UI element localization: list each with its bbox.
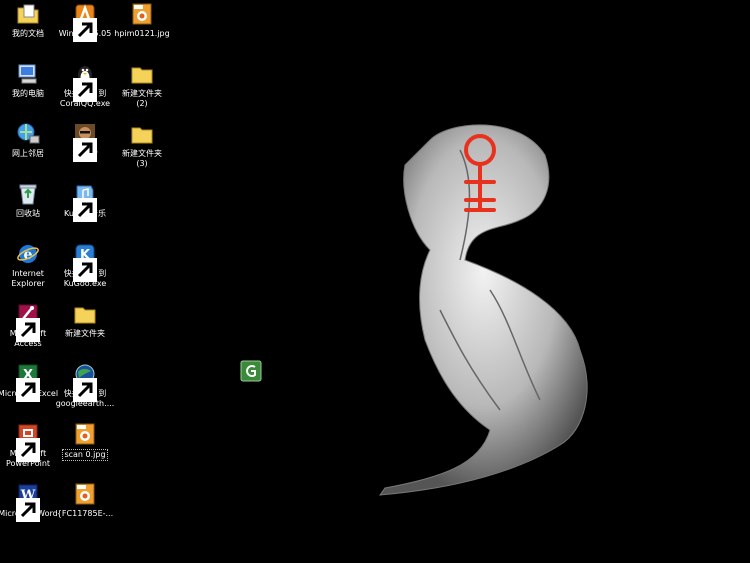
icon-label: 我的文档 xyxy=(12,29,44,38)
desktop-icon-winamp[interactable]: WinAMP 5.05 xyxy=(54,2,116,42)
my-computer-icon xyxy=(16,62,40,86)
desktop-icon-new-folder-2[interactable]: 新建文件夹 (2) xyxy=(111,62,173,109)
shortcut-arrow-icon xyxy=(73,198,97,222)
desktop-icon-new-folder-3[interactable]: 新建文件夹 (3) xyxy=(111,122,173,169)
excel-icon: X xyxy=(16,362,40,402)
shortcut-arrow-icon xyxy=(73,138,97,162)
desktop-icon-kugoo-music[interactable]: KuGoo音乐 xyxy=(54,182,116,222)
icon-label: Internet Explorer xyxy=(11,269,45,288)
icon-label: 我的电脑 xyxy=(12,89,44,98)
desktop-icon-my-computer[interactable]: 我的电脑 xyxy=(0,62,59,99)
jpg-file-icon xyxy=(130,2,154,26)
kugoo-exe-icon: K xyxy=(73,242,97,282)
desktop-icon-my-documents[interactable]: 我的文档 xyxy=(0,2,59,39)
kugoo-icon xyxy=(73,182,97,222)
qq-penguin-icon xyxy=(73,62,97,102)
desktop[interactable]: 我的文档 我的电脑 网上邻居 回收站 e Internet Explorer M… xyxy=(0,0,750,563)
google-earth-icon xyxy=(73,362,97,402)
winamp-icon xyxy=(73,2,97,42)
jpg-file-icon xyxy=(73,422,97,446)
desktop-icon-microsoft-excel[interactable]: X Microsoft Excel xyxy=(0,362,59,402)
desktop-icon-microsoft-powerpoint[interactable]: Microsoft PowerPoint xyxy=(0,422,59,469)
green-g-app-icon[interactable] xyxy=(240,360,262,382)
desktop-icon-recycle-bin[interactable]: 回收站 xyxy=(0,182,59,219)
icon-label: hpim0121.jpg xyxy=(114,29,170,38)
my-documents-icon xyxy=(16,2,40,26)
shortcut-arrow-icon xyxy=(73,258,97,282)
icon-label: 新建文件夹 (3) xyxy=(122,149,162,168)
desktop-icon-microsoft-access[interactable]: Microsoft Access xyxy=(0,302,59,349)
icon-label: 新建文件夹 (2) xyxy=(122,89,162,108)
desktop-icon-microsoft-word[interactable]: W Microsoft Word xyxy=(0,482,59,522)
shortcut-arrow-icon xyxy=(16,378,40,402)
word-icon: W xyxy=(16,482,40,522)
icon-label: scan 0.jpg xyxy=(62,449,108,461)
wallpaper-figure-image xyxy=(378,124,588,496)
shortcut-arrow-icon xyxy=(16,438,40,462)
desktop-icon-coralqq-shortcut[interactable]: 快捷方式 到 CoralQQ.exe xyxy=(54,62,116,109)
shortcut-arrow-icon xyxy=(73,18,97,42)
shortcut-arrow-icon xyxy=(73,378,97,402)
desktop-icon-network-places[interactable]: 网上邻居 xyxy=(0,122,59,159)
desktop-icon-fc11785e-jpg[interactable]: {FC11785E-... xyxy=(54,482,116,519)
desktop-icon-kugoo-exe-shortcut[interactable]: K 快捷方式 到 KuGoo.exe xyxy=(54,242,116,289)
icon-label: 网上邻居 xyxy=(12,149,44,158)
desktop-icon-scan-jpg[interactable]: scan 0.jpg xyxy=(54,422,116,461)
desktop-icon-google-earth-shortcut[interactable]: 快捷方式 到 googleearth.... xyxy=(54,362,116,409)
network-places-icon xyxy=(16,122,40,146)
desktop-icon-new-folder[interactable]: 新建文件夹 xyxy=(54,302,116,339)
jpg-file-icon xyxy=(73,482,97,506)
desktop-icon-sa-mp[interactable]: SA-MP xyxy=(54,122,116,162)
folder-icon xyxy=(130,62,154,86)
icon-label: 回收站 xyxy=(16,209,40,218)
icon-label: 新建文件夹 xyxy=(65,329,105,338)
recycle-bin-icon xyxy=(16,182,40,206)
powerpoint-icon xyxy=(16,422,40,462)
shortcut-arrow-icon xyxy=(73,78,97,102)
shortcut-arrow-icon xyxy=(16,498,40,522)
access-icon xyxy=(16,302,40,342)
internet-explorer-icon: e xyxy=(16,242,40,266)
folder-icon xyxy=(130,122,154,146)
sa-mp-icon xyxy=(73,122,97,162)
shortcut-arrow-icon xyxy=(16,318,40,342)
folder-icon xyxy=(73,302,97,326)
icon-label: {FC11785E-... xyxy=(56,509,114,518)
desktop-icon-internet-explorer[interactable]: e Internet Explorer xyxy=(0,242,59,289)
desktop-icon-hpim0121-jpg[interactable]: hpim0121.jpg xyxy=(111,2,173,39)
